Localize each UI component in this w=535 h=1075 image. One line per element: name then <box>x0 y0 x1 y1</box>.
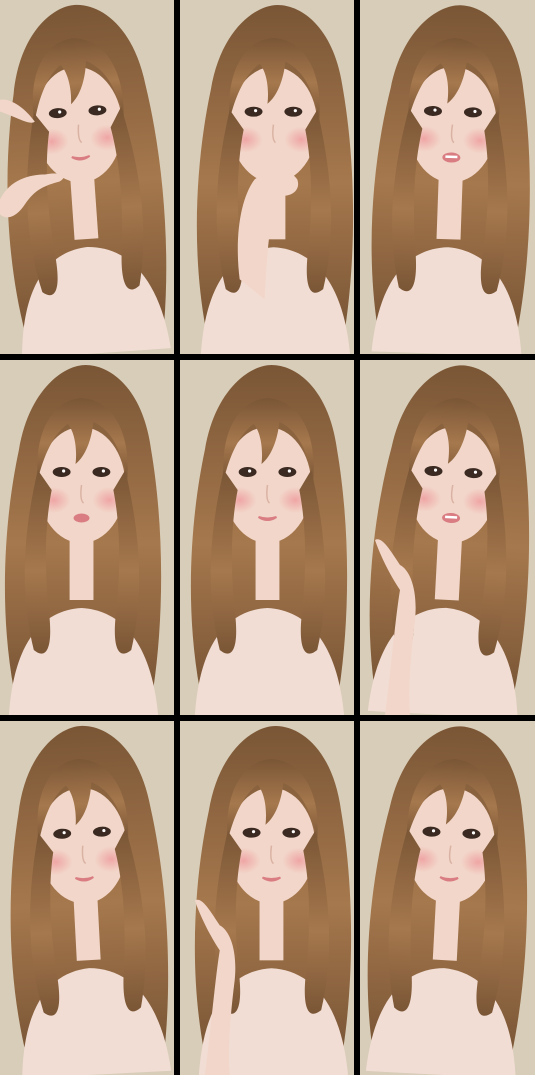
portrait-frame-3 <box>360 0 535 354</box>
portrait-image <box>0 360 174 715</box>
portrait-frame-1 <box>0 0 174 354</box>
portrait-frame-9 <box>360 721 535 1075</box>
portrait-image <box>360 360 535 715</box>
portrait-image <box>360 721 535 1075</box>
portrait-image <box>180 0 354 354</box>
portrait-image <box>180 721 354 1075</box>
portrait-frame-7 <box>0 721 174 1075</box>
portrait-image <box>360 0 535 354</box>
portrait-frame-8 <box>180 721 354 1075</box>
portrait-frame-6 <box>360 360 535 715</box>
portrait-frame-2 <box>180 0 354 354</box>
portrait-frame-5 <box>180 360 354 715</box>
portrait-frame-4 <box>0 360 174 715</box>
portrait-image <box>0 0 174 354</box>
portrait-image <box>180 360 354 715</box>
portrait-image <box>0 721 174 1075</box>
photo-grid <box>0 0 535 1075</box>
